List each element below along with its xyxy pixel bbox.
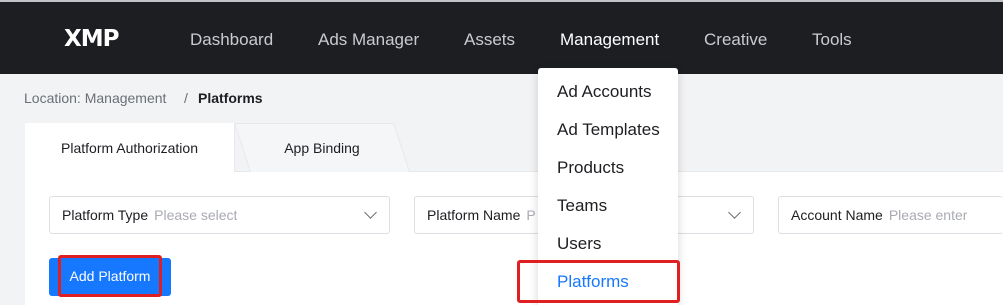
- platform-name-placeholder: P: [526, 207, 536, 223]
- tab-platform-authorization-label: Platform Authorization: [61, 139, 198, 156]
- add-platform-button-label[interactable]: Add Platform: [58, 255, 162, 297]
- menu-item-users[interactable]: Users: [557, 234, 601, 254]
- chevron-down-icon: [728, 206, 741, 219]
- top-navigation-bar: XMP Dashboard Ads Manager Assets Managem…: [0, 0, 1003, 75]
- tab-app-binding[interactable]: App Binding: [234, 123, 410, 172]
- tab-bar: App Binding Platform Authorization: [25, 123, 1003, 172]
- menu-item-teams[interactable]: Teams: [557, 196, 607, 216]
- breadcrumb-current: Platforms: [198, 90, 263, 106]
- platform-type-select[interactable]: Platform Type Please select: [49, 196, 390, 234]
- nav-assets[interactable]: Assets: [464, 30, 515, 50]
- breadcrumb-location[interactable]: Location: Management: [24, 90, 166, 106]
- menu-item-ad-templates[interactable]: Ad Templates: [557, 120, 660, 140]
- nav-tools[interactable]: Tools: [812, 30, 852, 50]
- menu-item-products[interactable]: Products: [557, 158, 624, 178]
- account-name-input[interactable]: Account Name Please enter: [778, 196, 1003, 234]
- nav-ads-manager[interactable]: Ads Manager: [318, 30, 419, 50]
- breadcrumb-separator: /: [184, 90, 188, 106]
- chevron-down-icon: [364, 206, 377, 219]
- account-name-label: Account Name: [791, 207, 883, 223]
- nav-dashboard[interactable]: Dashboard: [190, 30, 273, 50]
- platforms-highlight-box: [517, 260, 680, 303]
- account-name-placeholder: Please enter: [888, 207, 968, 223]
- tab-app-binding-label: App Binding: [284, 140, 360, 156]
- platform-type-placeholder: Please select: [154, 207, 238, 223]
- xmp-logo[interactable]: XMP: [64, 26, 119, 52]
- platform-name-label: Platform Name: [427, 207, 521, 223]
- menu-item-ad-accounts[interactable]: Ad Accounts: [557, 82, 652, 102]
- nav-creative[interactable]: Creative: [704, 30, 767, 50]
- platform-type-label: Platform Type: [62, 207, 149, 223]
- tab-platform-authorization[interactable]: Platform Authorization: [25, 123, 235, 172]
- nav-management[interactable]: Management: [560, 30, 659, 50]
